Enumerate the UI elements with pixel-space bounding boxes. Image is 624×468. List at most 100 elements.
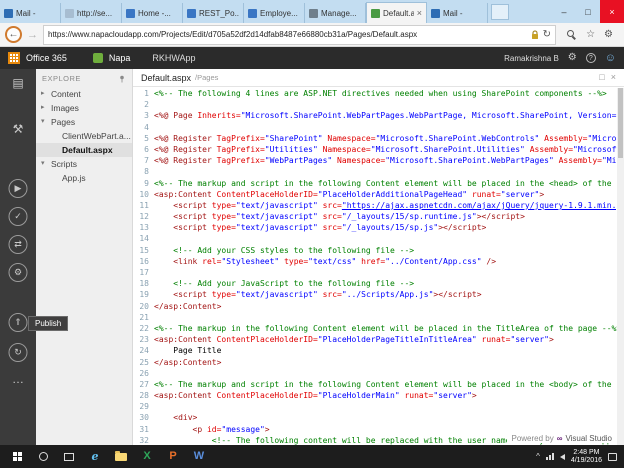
code-text: <%-- The markup and script in the follow… <box>154 379 617 389</box>
help-icon[interactable]: ? <box>585 53 596 63</box>
pages-icon[interactable]: ▤ <box>12 77 23 89</box>
code-line[interactable]: 26 <box>133 368 617 379</box>
browser-tab[interactable]: Mail - <box>0 3 61 23</box>
run-icon[interactable]: ▶ <box>8 179 28 198</box>
browser-tab[interactable]: Manage... <box>305 3 366 23</box>
code-line[interactable]: 3 <%@ Page Inherits="Microsoft.SharePoint… <box>133 110 617 121</box>
code-line[interactable]: 19 <script type="text/javascript" src=".… <box>133 289 617 300</box>
sync-icon[interactable]: ↻ <box>8 343 28 362</box>
project-name[interactable]: RKHWApp <box>152 53 195 63</box>
code-line[interactable]: 12 <script type="text/javascript" src="/… <box>133 211 617 222</box>
code-line[interactable]: 11 <script type="text/javascript" src="h… <box>133 200 617 211</box>
tree-item-pages[interactable]: ▾ Pages <box>36 115 132 129</box>
tree-item-clientwebpart-a-[interactable]: ClientWebPart.a... <box>36 129 132 143</box>
code-line[interactable]: 9 <%-- The markup and script in the follo… <box>133 178 617 189</box>
volume-icon[interactable] <box>559 453 565 460</box>
code-line[interactable]: 30 <div> <box>133 412 617 423</box>
minimize-button[interactable]: – <box>552 0 576 23</box>
powerpoint-icon[interactable]: P <box>160 445 186 468</box>
browser-tab[interactable]: Mail - <box>427 3 488 23</box>
publish-icon[interactable]: ⇑ <box>8 313 28 332</box>
code-line[interactable]: 24 Page Title <box>133 345 617 356</box>
editor-scrollbar[interactable] <box>617 88 624 445</box>
browser-tab[interactable]: Home -... <box>122 3 183 23</box>
close-editor-icon[interactable]: × <box>611 73 616 82</box>
code-line[interactable]: 21 <box>133 312 617 323</box>
pin-icon[interactable] <box>118 75 126 83</box>
code-line[interactable]: 13 <script type="text/javascript" src="/… <box>133 222 617 233</box>
task-view-button[interactable] <box>56 445 82 468</box>
layout-icon[interactable]: □ <box>599 73 604 82</box>
product-name[interactable]: Napa <box>109 53 131 63</box>
wrench-icon[interactable]: ⚒ <box>13 123 24 135</box>
ie-icon[interactable]: e <box>82 445 108 468</box>
network-icon[interactable] <box>545 453 554 460</box>
new-tab-button[interactable] <box>491 4 509 20</box>
code-text: <script type="text/javascript" src="http… <box>173 200 617 210</box>
tree-item-app-js[interactable]: App.js <box>36 171 132 185</box>
code-line[interactable]: 20 </asp:Content> <box>133 301 617 312</box>
code-line[interactable]: 6 <%@ Register TagPrefix="Utilities" Name… <box>133 144 617 155</box>
code-line[interactable]: 15 <!-- Add your CSS styles to the follo… <box>133 245 617 256</box>
refresh-icon[interactable]: ↻ <box>543 29 551 40</box>
browser-tab[interactable]: Employe... <box>244 3 305 23</box>
code-line[interactable]: 4 <box>133 122 617 133</box>
line-number: 27 <box>139 379 149 389</box>
tree-item-content[interactable]: ▸ Content <box>36 87 132 101</box>
excel-icon[interactable]: X <box>134 445 160 468</box>
settings-gear-icon[interactable]: ⚙ <box>568 53 577 63</box>
user-name[interactable]: Ramakrishna B <box>504 54 559 63</box>
code-line[interactable]: 27 <%-- The markup and script in the foll… <box>133 379 617 390</box>
tree-item-default-aspx[interactable]: Default.aspx <box>36 143 132 157</box>
tree-item-images[interactable]: ▸ Images <box>36 101 132 115</box>
code-line[interactable]: 29 <box>133 401 617 412</box>
tree-item-scripts[interactable]: ▾ Scripts <box>36 157 132 171</box>
app-launcher-icon[interactable] <box>8 52 20 64</box>
tab-close-icon[interactable]: × <box>417 8 422 18</box>
address-input[interactable]: https://www.napacloudapp.com/Projects/Ed… <box>43 24 557 45</box>
check-icon[interactable]: ✓ <box>8 207 28 226</box>
line-number: 12 <box>139 212 149 222</box>
code-line[interactable]: 16 <link rel="Stylesheet" type="text/css… <box>133 256 617 267</box>
napa-logo-icon <box>92 53 103 63</box>
code-line[interactable]: 14 <box>133 233 617 244</box>
feedback-smiley-icon[interactable]: ☺ <box>605 52 616 64</box>
editor-tab-title[interactable]: Default.aspx <box>141 73 191 83</box>
close-button[interactable]: × <box>600 0 624 23</box>
favorites-star-icon[interactable]: ☆ <box>586 29 595 40</box>
tools-gear-icon[interactable]: ⚙ <box>604 29 613 40</box>
word-icon[interactable]: W <box>186 445 212 468</box>
code-line[interactable]: 8 <box>133 166 617 177</box>
code-line[interactable]: 5 <%@ Register TagPrefix="SharePoint" Nam… <box>133 133 617 144</box>
search-icon[interactable] <box>567 29 577 40</box>
forward-button[interactable]: → <box>27 29 38 41</box>
file-explorer-icon[interactable] <box>108 445 134 468</box>
browser-tab[interactable]: http://se... <box>61 3 122 23</box>
notification-icon[interactable] <box>608 452 617 461</box>
code-line[interactable]: 10 <asp:Content ContentPlaceHolderID="Pla… <box>133 189 617 200</box>
browser-tab[interactable]: REST_Po... <box>183 3 244 23</box>
settings-icon[interactable]: ⚙ <box>8 263 28 282</box>
start-button[interactable] <box>4 445 30 468</box>
code-line[interactable]: 22 <%-- The markup in the following Conte… <box>133 323 617 334</box>
code-line[interactable]: 17 <box>133 267 617 278</box>
code-line[interactable]: 23 <asp:Content ContentPlaceHolderID="Pla… <box>133 334 617 345</box>
share-icon[interactable]: ⇄ <box>8 235 28 254</box>
code-line[interactable]: 7 <%@ Register TagPrefix="WebPartPages" N… <box>133 155 617 166</box>
clock[interactable]: 2:48 PM 4/19/2016 <box>571 449 602 465</box>
tray-chevron-icon[interactable]: ^ <box>536 452 540 461</box>
scrollbar-thumb[interactable] <box>618 88 623 158</box>
code-area[interactable]: 1 <%-- The following 4 lines are ASP.NET … <box>133 88 617 445</box>
back-button[interactable]: ← <box>5 26 22 43</box>
brand-title[interactable]: Office 365 <box>26 53 67 63</box>
more-icon[interactable]: … <box>12 373 24 385</box>
tab-title: http://se... <box>77 8 113 18</box>
code-line[interactable]: 1 <%-- The following 4 lines are ASP.NET … <box>133 88 617 99</box>
search-button[interactable] <box>30 445 56 468</box>
browser-tab[interactable]: Default.a...× <box>366 2 427 23</box>
code-line[interactable]: 18 <!-- Add your JavaScript to the follo… <box>133 278 617 289</box>
code-line[interactable]: 2 <box>133 99 617 110</box>
code-line[interactable]: 28 <asp:Content ContentPlaceHolderID="Pla… <box>133 390 617 401</box>
code-line[interactable]: 25 </asp:Content> <box>133 357 617 368</box>
maximize-button[interactable]: □ <box>576 0 600 23</box>
